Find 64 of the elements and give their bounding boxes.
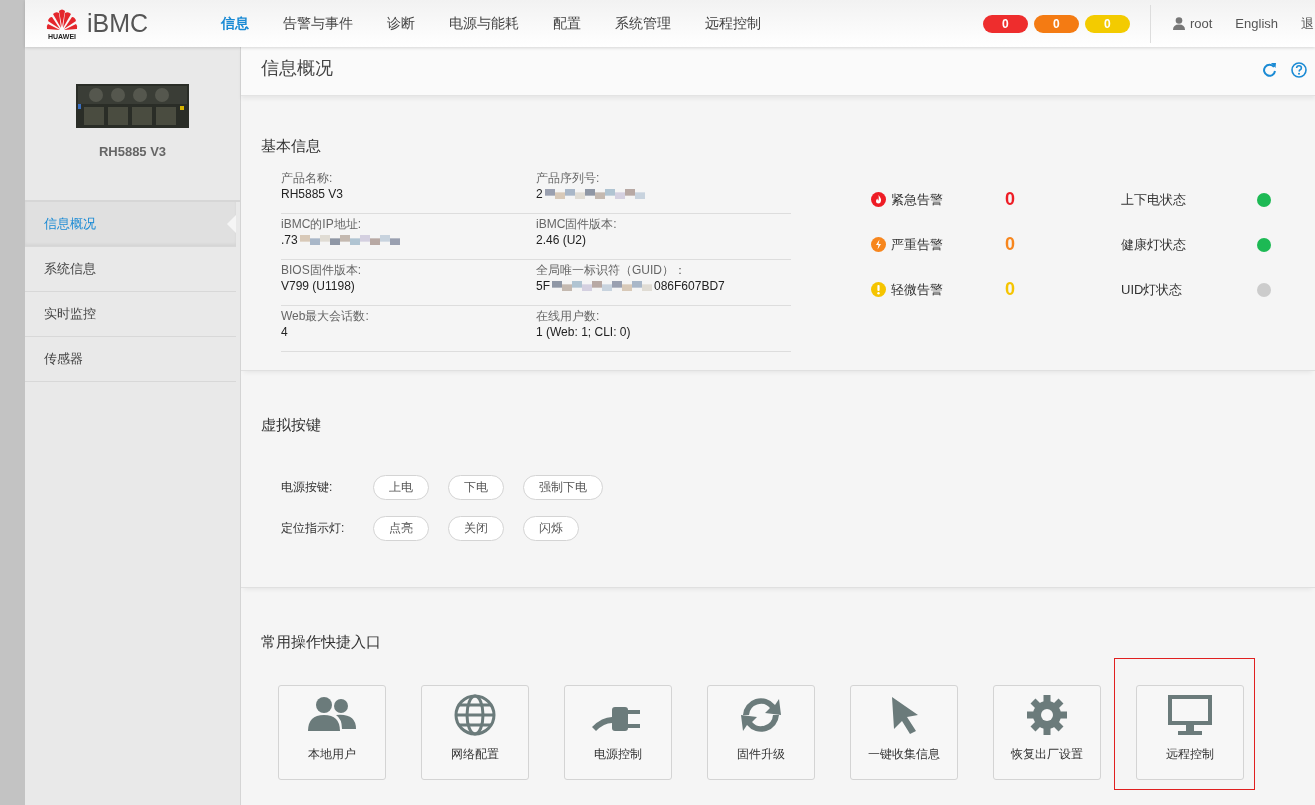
nav-tab[interactable]: 远程控制: [688, 14, 779, 33]
field-value: 4: [281, 324, 288, 340]
alarm-count: 0: [1005, 189, 1016, 210]
alarm-count-badge[interactable]: 0: [982, 14, 1028, 33]
section-title: 常用操作快捷入口: [261, 633, 382, 652]
virtual-key-button[interactable]: 点亮: [373, 516, 429, 541]
alarm-label: 紧急告警: [891, 190, 943, 209]
nav-tab[interactable]: 诊断: [370, 14, 433, 33]
user-name[interactable]: root: [1189, 16, 1213, 31]
field-value: 086F607BD7: [654, 278, 725, 294]
shortcut-tile[interactable]: 固件升级: [707, 685, 815, 780]
section-title: 基本信息: [261, 137, 322, 156]
field-value: 2.46 (U2): [536, 232, 587, 248]
row-label: 定位指示灯:: [281, 520, 346, 537]
field-value: .73: [281, 232, 298, 248]
help-icon[interactable]: [1291, 62, 1307, 78]
field-label: BIOS固件版本:: [281, 263, 362, 278]
field-value: V799 (U1198): [281, 278, 355, 294]
nav-tab[interactable]: 信息: [204, 14, 267, 33]
alarm-label: 轻微告警: [891, 280, 943, 299]
sidebar-item[interactable]: 实时监控: [25, 292, 236, 337]
shortcut-tile[interactable]: 一键收集信息: [850, 685, 958, 780]
status-label: 上下电状态: [1121, 190, 1187, 209]
virtual-key-button[interactable]: 闪烁: [523, 516, 579, 541]
virtual-key-button[interactable]: 强制下电: [523, 475, 603, 500]
field-label: 产品序列号:: [536, 171, 601, 186]
field-label: 在线用户数:: [536, 309, 601, 324]
nav-tab[interactable]: 告警与事件: [266, 14, 371, 33]
nav-tab[interactable]: 系统管理: [598, 14, 689, 33]
alarm-label: 严重告警: [891, 235, 943, 254]
virtual-key-button[interactable]: 下电: [448, 475, 504, 500]
sidebar-item[interactable]: 传感器: [25, 337, 236, 382]
row-label: 电源按键:: [281, 479, 334, 496]
virtual-key-button[interactable]: 关闭: [448, 516, 504, 541]
field-value: RH5885 V3: [281, 186, 344, 202]
status-label: UID灯状态: [1121, 280, 1184, 299]
nav-tab[interactable]: 电源与能耗: [432, 14, 537, 33]
shortcut-tile[interactable]: 远程控制: [1136, 685, 1244, 780]
nav-tab[interactable]: 配置: [536, 14, 599, 33]
field-label: iBMC固件版本:: [536, 217, 618, 232]
field-label: 产品名称:: [281, 171, 334, 186]
field-label: 全局唯一标识符（GUID）：: [536, 263, 687, 278]
user-icon: [1172, 17, 1185, 30]
refresh-icon[interactable]: [1262, 62, 1277, 78]
shortcut-tile[interactable]: 网络配置: [421, 685, 529, 780]
language-link[interactable]: English: [1235, 16, 1278, 31]
logout-link[interactable]: 退: [1301, 14, 1315, 33]
sidebar-item[interactable]: 系统信息: [25, 247, 236, 292]
section-title: 虚拟按键: [261, 416, 322, 435]
field-value: 5F: [536, 278, 550, 294]
field-value: 2: [536, 186, 543, 202]
product-name: iBMC: [87, 9, 149, 38]
virtual-key-button[interactable]: 上电: [373, 475, 429, 500]
status-label: 健康灯状态: [1121, 235, 1187, 254]
shortcut-tile[interactable]: 恢复出厂设置: [993, 685, 1101, 780]
page-title: 信息概况: [261, 56, 333, 80]
shortcut-tile[interactable]: 本地用户: [278, 685, 386, 780]
alarm-count: 0: [1005, 234, 1016, 255]
field-value: 1 (Web: 1; CLI: 0): [536, 324, 631, 340]
field-label: iBMC的IP地址:: [281, 217, 362, 232]
alarm-count: 0: [1005, 279, 1016, 300]
field-label: Web最大会话数:: [281, 309, 370, 324]
device-model: RH5885 V3: [98, 144, 167, 159]
shortcut-tile[interactable]: 电源控制: [564, 685, 672, 780]
